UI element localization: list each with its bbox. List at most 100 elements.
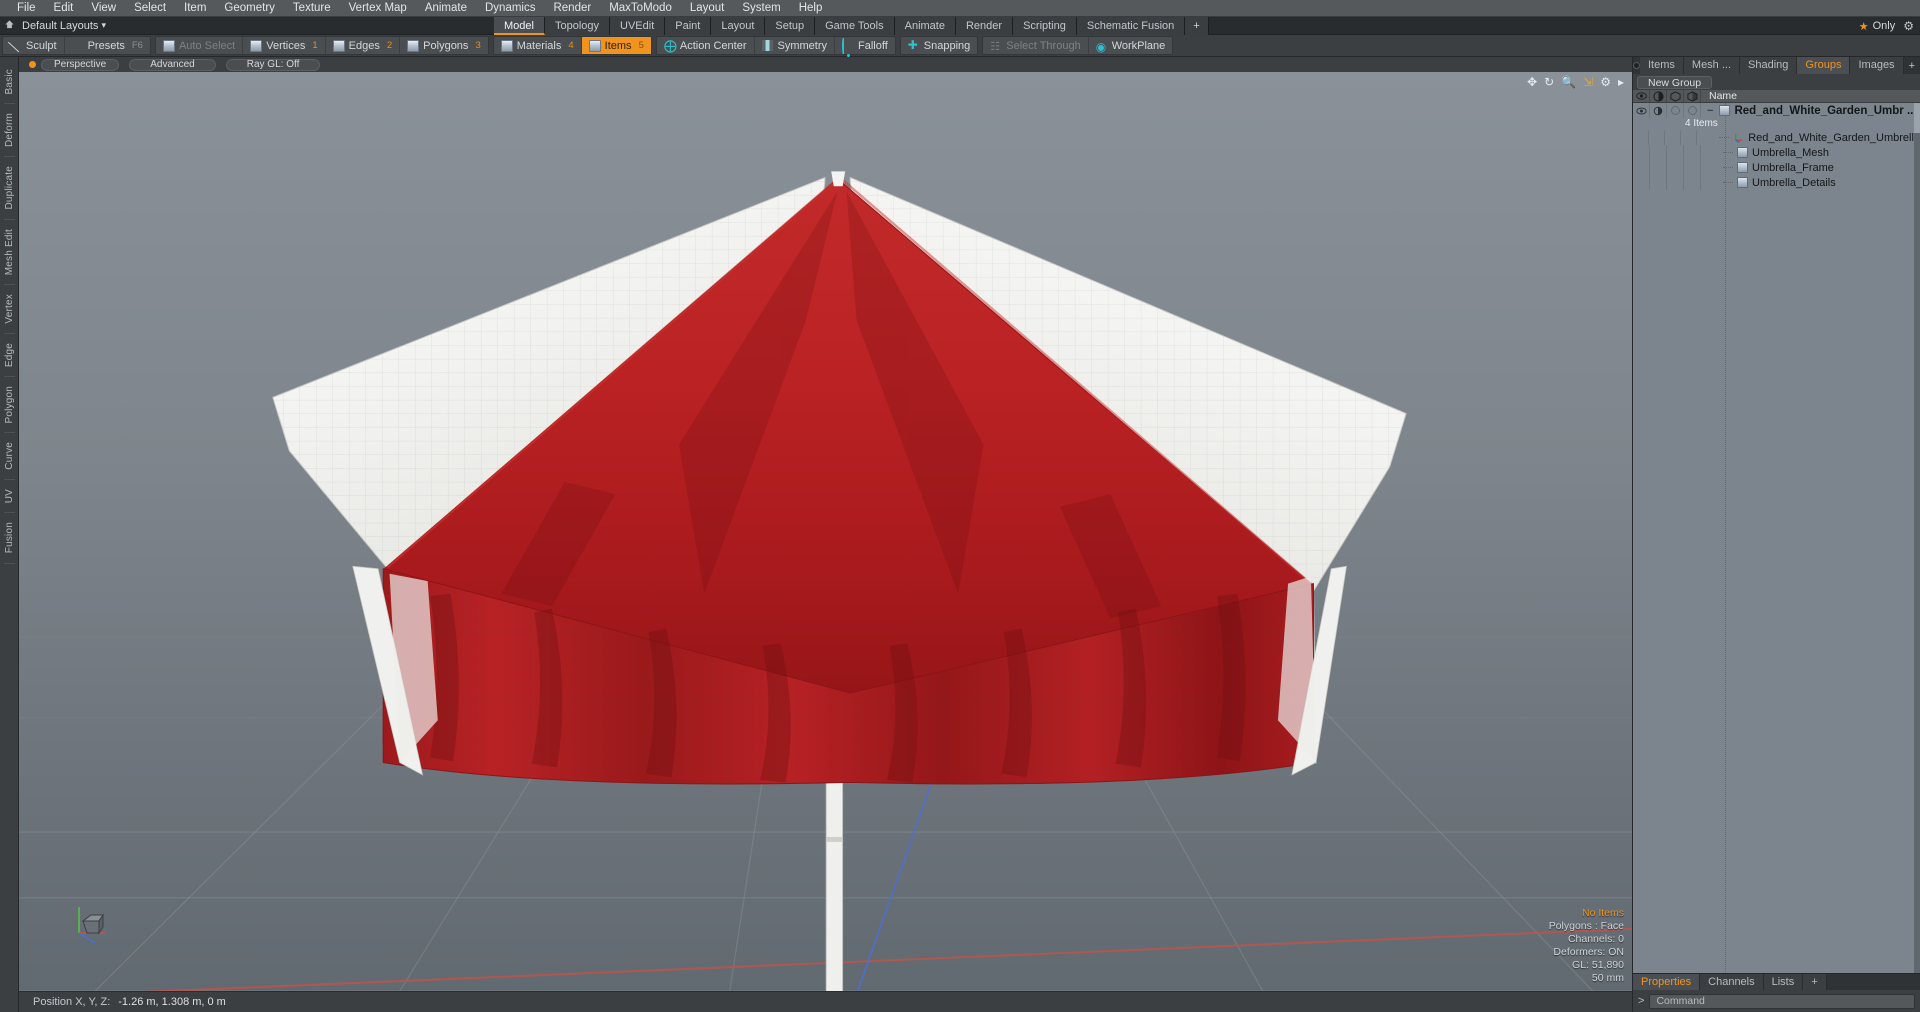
right-panel-tab-images[interactable]: Images [1850, 57, 1904, 74]
wireframe-icon[interactable] [1667, 90, 1684, 102]
bottom-tab-channels[interactable]: Channels [1700, 974, 1764, 990]
move-icon[interactable]: ✥ [1527, 76, 1537, 88]
toolbar-button-vertices[interactable]: Vertices 1 [243, 37, 326, 54]
left-rail-tab-mesh-edit[interactable]: Mesh Edit [4, 223, 15, 281]
layout-tab-uvedit[interactable]: UVEdit [610, 17, 666, 35]
toolbar-button-symmetry[interactable]: Symmetry [755, 37, 836, 54]
menu-item-render[interactable]: Render [544, 0, 600, 17]
tree-scrollbar-thumb[interactable] [1914, 103, 1920, 133]
orange-dot-icon[interactable] [29, 61, 36, 68]
gear-icon[interactable]: ⚙ [1903, 19, 1914, 33]
layout-tab-schematic-fusion[interactable]: Schematic Fusion [1076, 17, 1186, 35]
viewport-shading-button[interactable]: Advanced [129, 58, 216, 71]
panel-menu-icon[interactable] [1633, 57, 1640, 74]
menu-item-system[interactable]: System [733, 0, 789, 17]
3d-viewport[interactable]: ✥ ↻ 🔍 ⇲ ⚙ ▸ No Items Polygons: Face Cha… [19, 72, 1632, 991]
row-render-toggle[interactable] [1650, 175, 1667, 190]
row-shade-toggle[interactable] [1684, 160, 1701, 175]
row-wire-toggle[interactable] [1667, 103, 1684, 118]
layout-tab-layout[interactable]: Layout [711, 17, 766, 35]
bottom-tab-lists[interactable]: Lists [1763, 974, 1804, 990]
default-layouts-label[interactable]: Default Layouts [18, 20, 98, 32]
chevron-right-icon[interactable]: ▸ [1618, 76, 1624, 88]
menu-item-item[interactable]: Item [175, 0, 215, 17]
menu-item-dynamics[interactable]: Dynamics [476, 0, 544, 17]
rotate-icon[interactable]: ↻ [1544, 76, 1554, 88]
add-tab-button[interactable]: + [1909, 60, 1915, 72]
row-visibility-toggle[interactable] [1633, 145, 1650, 160]
layout-tab-animate[interactable]: Animate [894, 17, 956, 35]
row-wire-toggle[interactable] [1667, 160, 1684, 175]
viewport-raygl-button[interactable]: Ray GL: Off [225, 58, 321, 71]
only-toggle[interactable]: ★ Only [1859, 20, 1896, 33]
left-rail-tab-uv[interactable]: UV [4, 483, 15, 509]
tree-row[interactable]: − Red_and_White_Garden_Umbr ... [1633, 103, 1920, 118]
tree-collapse-toggle[interactable]: − [1707, 105, 1713, 117]
fit-icon[interactable]: ⇲ [1583, 76, 1593, 88]
menu-item-texture[interactable]: Texture [284, 0, 340, 17]
row-visibility-toggle[interactable] [1633, 130, 1650, 145]
layout-tab-model[interactable]: Model [494, 17, 545, 35]
add-layout-tab-button[interactable]: + [1185, 17, 1209, 35]
chevron-down-icon[interactable]: ▾ [101, 20, 106, 31]
command-input[interactable]: Command [1649, 993, 1915, 1009]
left-rail-tab-duplicate[interactable]: Duplicate [4, 160, 15, 216]
viewport-view-mode-button[interactable]: Perspective [41, 58, 120, 71]
right-panel-tab-shading[interactable]: Shading [1740, 57, 1798, 74]
menu-item-layout[interactable]: Layout [681, 0, 734, 17]
home-icon[interactable] [0, 19, 18, 33]
render-icon[interactable] [1650, 90, 1667, 102]
layout-tab-paint[interactable]: Paint [665, 17, 712, 35]
tree-row[interactable]: Umbrella_Mesh [1633, 145, 1920, 160]
shade-icon[interactable] [1684, 90, 1701, 102]
menu-item-edit[interactable]: Edit [45, 0, 83, 17]
row-wire-toggle[interactable] [1667, 175, 1684, 190]
bottom-tab-properties[interactable]: Properties [1633, 974, 1701, 990]
left-rail-tab-curve[interactable]: Curve [4, 436, 15, 476]
toolbar-button-edges[interactable]: Edges 2 [326, 37, 401, 54]
menu-item-animate[interactable]: Animate [416, 0, 476, 17]
right-panel-tab-mesh[interactable]: Mesh ... [1683, 57, 1741, 74]
layout-tab-scripting[interactable]: Scripting [1013, 17, 1077, 35]
layout-tab-game-tools[interactable]: Game Tools [815, 17, 895, 35]
row-shade-toggle[interactable] [1681, 130, 1698, 145]
tree-row[interactable]: Umbrella_Details [1633, 175, 1920, 190]
toolbar-button-select-through[interactable]: ☷ Select Through [983, 37, 1089, 54]
row-visibility-toggle[interactable] [1633, 175, 1650, 190]
toolbar-button-sculpt[interactable]: ╲ Sculpt [3, 37, 65, 54]
gear-icon[interactable]: ⚙ [1600, 76, 1611, 88]
row-visibility-toggle[interactable] [1633, 103, 1650, 118]
row-render-toggle[interactable] [1650, 103, 1667, 118]
row-render-toggle[interactable] [1649, 130, 1666, 145]
menu-item-vertex-map[interactable]: Vertex Map [340, 0, 416, 17]
layout-tab-topology[interactable]: Topology [544, 17, 611, 35]
left-rail-tab-polygon[interactable]: Polygon [4, 380, 15, 430]
toolbar-button-materials[interactable]: Materials 4 [494, 37, 582, 54]
toolbar-button-action-center[interactable]: ⨁ Action Center [657, 37, 755, 54]
toolbar-button-presets[interactable]: Presets F6 [65, 37, 150, 54]
layout-tab-setup[interactable]: Setup [765, 17, 816, 35]
row-visibility-toggle[interactable] [1633, 160, 1650, 175]
eye-icon[interactable] [1633, 90, 1650, 102]
tree-row[interactable]: Umbrella_Frame [1633, 160, 1920, 175]
new-group-button[interactable]: New Group [1637, 75, 1713, 89]
row-shade-toggle[interactable] [1684, 103, 1701, 118]
toolbar-button-falloff[interactable]: Falloff [835, 37, 895, 73]
bottom-tab-add[interactable]: + [1803, 974, 1827, 990]
left-rail-tab-fusion[interactable]: Fusion [4, 516, 15, 559]
row-shade-toggle[interactable] [1684, 175, 1701, 190]
menu-item-maxtomodo[interactable]: MaxToModo [600, 0, 681, 17]
toolbar-button-items[interactable]: Items 5 [581, 37, 651, 54]
left-rail-tab-basic[interactable]: Basic [4, 63, 15, 100]
right-panel-tab-groups[interactable]: Groups [1797, 57, 1851, 74]
left-rail-tab-deform[interactable]: Deform [4, 107, 15, 153]
toolbar-button-polygons[interactable]: Polygons 3 [400, 37, 488, 54]
row-render-toggle[interactable] [1650, 160, 1667, 175]
row-shade-toggle[interactable] [1684, 145, 1701, 160]
row-wire-toggle[interactable] [1665, 130, 1682, 145]
right-panel-tab-items[interactable]: Items [1640, 57, 1684, 74]
zoom-icon[interactable]: 🔍 [1561, 76, 1576, 88]
toolbar-button-auto-select[interactable]: Auto Select [156, 37, 244, 54]
tree-row[interactable]: Red_and_White_Garden_Umbrella [1633, 130, 1920, 145]
row-wire-toggle[interactable] [1667, 145, 1684, 160]
